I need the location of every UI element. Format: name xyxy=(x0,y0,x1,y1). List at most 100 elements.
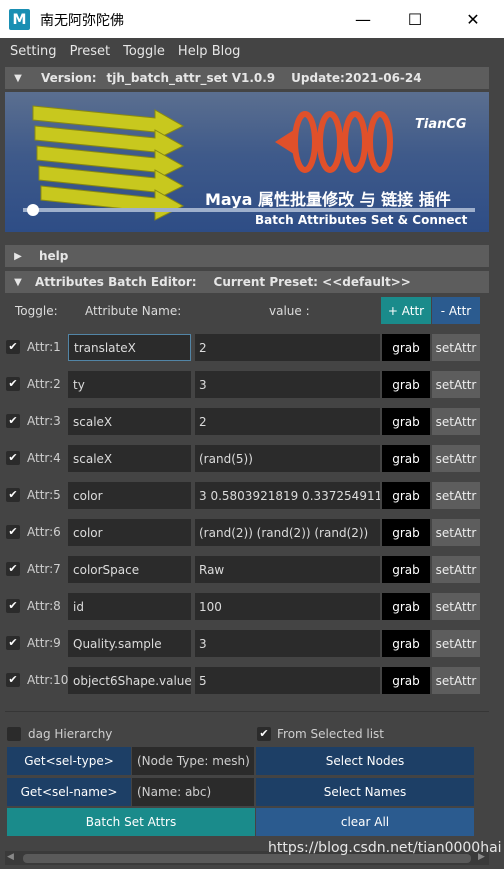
attr-row: ✔ Attr:3 scaleX 2 grab setAttr xyxy=(0,408,504,436)
menu-toggle[interactable]: Toggle xyxy=(123,44,165,59)
set-attr-button[interactable]: setAttr xyxy=(432,482,480,509)
grab-button[interactable]: grab xyxy=(382,482,430,509)
menu-help-blog[interactable]: Help Blog xyxy=(178,44,241,59)
collapse-triangle-icon: ▼ xyxy=(14,276,22,288)
attr-name-field[interactable]: object6Shape.value xyxy=(68,667,191,694)
attr-toggle-checkbox[interactable]: ✔ xyxy=(6,525,20,539)
attr-value-field[interactable]: 3 xyxy=(195,371,380,398)
grab-button[interactable]: grab xyxy=(382,593,430,620)
attr-toggle-checkbox[interactable]: ✔ xyxy=(6,414,20,428)
attr-name-field[interactable]: color xyxy=(68,482,191,509)
attr-index-label: Attr:6 xyxy=(27,525,61,539)
attr-name-field[interactable]: id xyxy=(68,593,191,620)
attr-index-label: Attr:9 xyxy=(27,636,61,650)
attr-value-field[interactable]: 2 xyxy=(195,408,380,435)
attr-toggle-checkbox[interactable]: ✔ xyxy=(6,488,20,502)
from-selected-checkbox[interactable]: ✔ xyxy=(257,727,271,741)
attr-name-field[interactable]: scaleX xyxy=(68,408,191,435)
menu-setting[interactable]: Setting xyxy=(10,44,57,59)
banner-slider-knob[interactable] xyxy=(27,204,39,216)
grab-button[interactable]: grab xyxy=(382,371,430,398)
grab-button[interactable]: grab xyxy=(382,667,430,694)
set-attr-button[interactable]: setAttr xyxy=(432,593,480,620)
attr-name-field[interactable]: color xyxy=(68,519,191,546)
get-sel-name-button[interactable]: Get<sel-name> xyxy=(7,778,131,806)
grab-button[interactable]: grab xyxy=(382,334,430,361)
version-frame-header[interactable]: ▼ Version: tjh_batch_attr_set V1.0.9 Upd… xyxy=(5,67,489,89)
attr-value-field[interactable]: 3 0.5803921819 0.3372549117 xyxy=(195,482,380,509)
select-nodes-button[interactable]: Select Nodes xyxy=(256,747,474,775)
set-attr-button[interactable]: setAttr xyxy=(432,334,480,361)
add-attr-button[interactable]: + Attr xyxy=(381,297,431,324)
banner-title: Maya 属性批量修改 与 链接 插件 xyxy=(205,190,451,209)
banner-image: TianCG Maya 属性批量修改 与 链接 插件 Batch Attribu… xyxy=(5,92,489,232)
update-date: Update:2021-06-24 xyxy=(291,71,422,85)
attribute-name-column-header: Attribute Name: xyxy=(85,304,182,318)
set-attr-button[interactable]: setAttr xyxy=(432,371,480,398)
select-names-button[interactable]: Select Names xyxy=(256,778,474,806)
attr-toggle-checkbox[interactable]: ✔ xyxy=(6,636,20,650)
title-bar: M 南无阿弥陀佛 — ☐ ✕ xyxy=(0,0,504,38)
set-attr-button[interactable]: setAttr xyxy=(432,445,480,472)
grab-button[interactable]: grab xyxy=(382,408,430,435)
attr-value-field[interactable]: (rand(2)) (rand(2)) (rand(2)) xyxy=(195,519,380,546)
set-attr-button[interactable]: setAttr xyxy=(432,556,480,583)
version-name: tjh_batch_attr_set V1.0.9 xyxy=(106,71,276,85)
attr-row: ✔ Attr:5 color 3 0.5803921819 0.33725491… xyxy=(0,482,504,510)
attr-value-field[interactable]: 2 xyxy=(195,334,380,361)
menu-preset[interactable]: Preset xyxy=(70,44,111,59)
set-attr-button[interactable]: setAttr xyxy=(432,667,480,694)
name-filter-field[interactable]: (Name: abc) xyxy=(132,778,254,806)
attr-name-field[interactable]: Quality.sample xyxy=(68,630,191,657)
close-button[interactable]: ✕ xyxy=(450,0,496,38)
node-type-field[interactable]: (Node Type: mesh) xyxy=(132,747,254,775)
section-divider xyxy=(5,711,489,712)
attr-row: ✔ Attr:2 ty 3 grab setAttr xyxy=(0,371,504,399)
attr-row: ✔ Attr:8 id 100 grab setAttr xyxy=(0,593,504,621)
editor-label: Attributes Batch Editor: xyxy=(35,275,197,289)
attr-name-field[interactable]: colorSpace xyxy=(68,556,191,583)
clear-all-button[interactable]: clear All xyxy=(256,808,474,836)
minimize-button[interactable]: — xyxy=(340,0,386,38)
scroll-left-icon[interactable]: ◀ xyxy=(7,852,14,862)
attr-value-field[interactable]: (rand(5)) xyxy=(195,445,380,472)
toggle-column-header: Toggle: xyxy=(15,304,58,318)
batch-set-attrs-button[interactable]: Batch Set Attrs xyxy=(7,808,255,836)
attr-value-field[interactable]: 5 xyxy=(195,667,380,694)
attr-value-field[interactable]: 100 xyxy=(195,593,380,620)
attr-row: ✔ Attr:10 object6Shape.value 5 grab setA… xyxy=(0,667,504,695)
attr-name-field[interactable]: scaleX xyxy=(68,445,191,472)
banner-slider-track xyxy=(23,208,475,212)
attr-toggle-checkbox[interactable]: ✔ xyxy=(6,673,20,687)
attr-row: ✔ Attr:6 color (rand(2)) (rand(2)) (rand… xyxy=(0,519,504,547)
attr-index-label: Attr:1 xyxy=(27,340,61,354)
attr-row: ✔ Attr:4 scaleX (rand(5)) grab setAttr xyxy=(0,445,504,473)
attr-value-field[interactable]: Raw xyxy=(195,556,380,583)
attr-toggle-checkbox[interactable]: ✔ xyxy=(6,340,20,354)
editor-frame-header[interactable]: ▼ Attributes Batch Editor: Current Prese… xyxy=(5,271,489,293)
attr-index-label: Attr:3 xyxy=(27,414,61,428)
set-attr-button[interactable]: setAttr xyxy=(432,519,480,546)
grab-button[interactable]: grab xyxy=(382,630,430,657)
set-attr-button[interactable]: setAttr xyxy=(432,408,480,435)
attr-name-field[interactable]: translateX xyxy=(68,334,191,361)
grab-button[interactable]: grab xyxy=(382,445,430,472)
grab-button[interactable]: grab xyxy=(382,519,430,546)
value-column-header: value : xyxy=(269,304,310,318)
attr-toggle-checkbox[interactable]: ✔ xyxy=(6,451,20,465)
get-sel-type-button[interactable]: Get<sel-type> xyxy=(7,747,131,775)
attr-name-field[interactable]: ty xyxy=(68,371,191,398)
remove-attr-button[interactable]: - Attr xyxy=(432,297,480,324)
grab-button[interactable]: grab xyxy=(382,556,430,583)
maximize-button[interactable]: ☐ xyxy=(392,0,438,38)
current-preset: Current Preset: <<default>> xyxy=(213,275,411,289)
help-frame-header[interactable]: ▶ help xyxy=(5,245,489,267)
dag-hierarchy-checkbox[interactable] xyxy=(7,727,21,741)
attr-toggle-checkbox[interactable]: ✔ xyxy=(6,599,20,613)
attr-value-field[interactable]: 3 xyxy=(195,630,380,657)
dag-hierarchy-label: dag Hierarchy xyxy=(28,727,113,741)
attr-toggle-checkbox[interactable]: ✔ xyxy=(6,377,20,391)
attr-index-label: Attr:2 xyxy=(27,377,61,391)
set-attr-button[interactable]: setAttr xyxy=(432,630,480,657)
attr-toggle-checkbox[interactable]: ✔ xyxy=(6,562,20,576)
